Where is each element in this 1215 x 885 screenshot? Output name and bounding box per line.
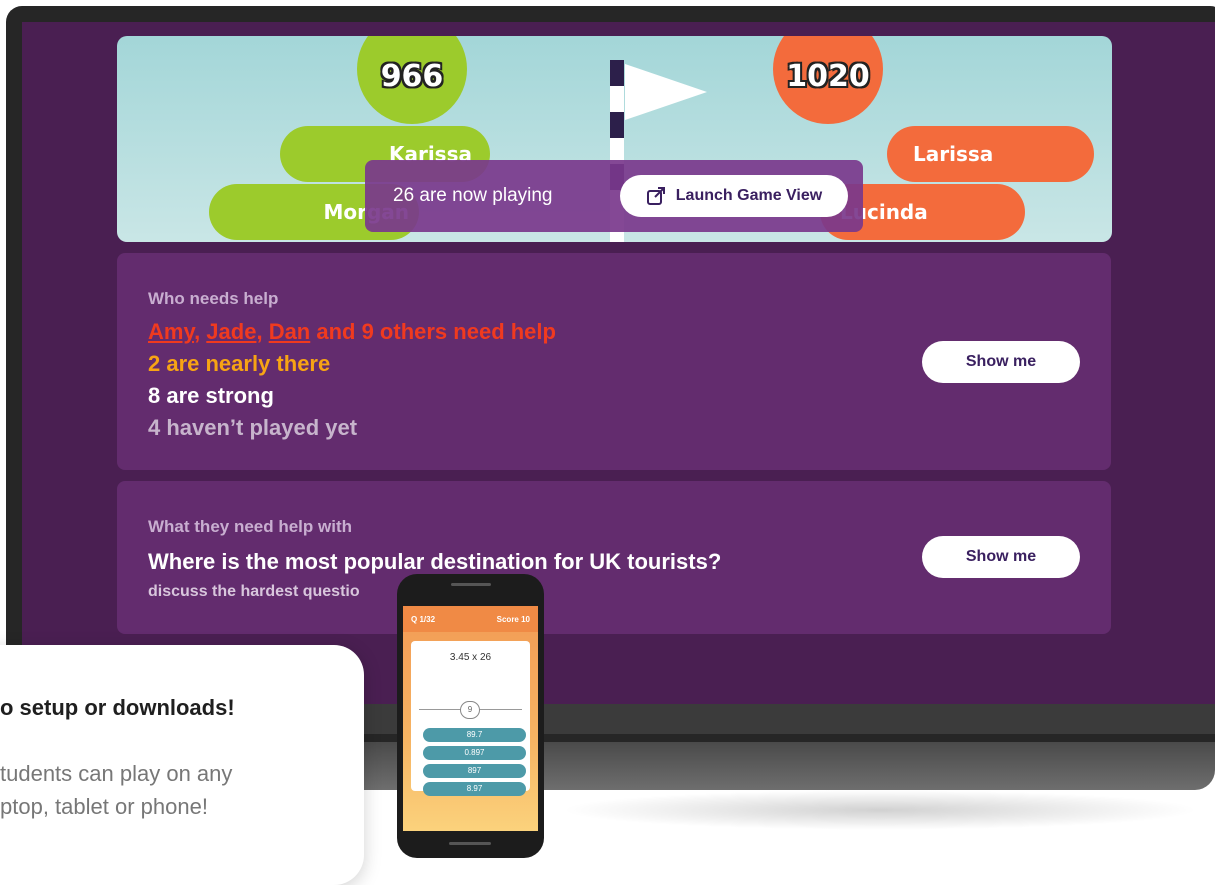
what-they-need-label: What they need help with: [148, 517, 353, 536]
what-they-need-help-card: What they need help with Where is the mo…: [117, 481, 1111, 634]
student-link-amy[interactable]: Amy: [148, 319, 194, 344]
separator: ,: [194, 319, 207, 344]
answer-option[interactable]: 897: [423, 764, 526, 778]
pole-stripe: [610, 60, 624, 86]
info-bubble: o setup or downloads! tudents can play o…: [0, 645, 364, 885]
phone-speaker: [451, 583, 491, 586]
launch-game-view-button[interactable]: Launch Game View: [620, 175, 848, 217]
phone-device: Q 1/32 Score 10 3.45 x 26 9 89.7 0.897 8…: [397, 574, 544, 858]
hardest-question-text: Where is the most popular destination fo…: [148, 549, 722, 574]
phone-score: Score 10: [496, 615, 530, 624]
needs-help-line: Amy, Jade, Dan and 9 others need help: [148, 319, 556, 345]
phone-expression: 3.45 x 26: [449, 652, 492, 663]
left-team-score: 966: [357, 36, 467, 124]
bubble-line-1: tudents can play on any: [0, 761, 233, 786]
question-number: Q 1/32: [411, 615, 436, 624]
answer-option[interactable]: 0.897: [423, 746, 526, 760]
discuss-hint: discuss the hardest questio: [148, 583, 360, 600]
bubble-line-2: ptop, tablet or phone!: [0, 794, 208, 819]
answer-option[interactable]: 89.7: [423, 728, 526, 742]
strong-line: 8 are strong: [148, 383, 274, 408]
phone-question-card: 3.45 x 26 9 89.7 0.897 897 8.97: [411, 641, 530, 796]
answer-option[interactable]: 8.97: [423, 782, 526, 796]
phone-slider-knob[interactable]: 9: [460, 701, 480, 719]
bubble-title: o setup or downloads!: [0, 695, 235, 720]
separator: ,: [256, 319, 269, 344]
external-link-icon: [646, 187, 665, 205]
show-me-help-button[interactable]: Show me: [922, 341, 1080, 383]
player-pill-larissa: Larissa: [887, 126, 1094, 182]
not-played-line: 4 haven’t played yet: [148, 415, 358, 440]
nearly-there-line: 2 are nearly there: [148, 351, 331, 376]
student-link-dan[interactable]: Dan: [269, 319, 311, 344]
pole-stripe: [610, 112, 624, 138]
playing-count-bar: 26 are now playing Launch Game View: [365, 160, 863, 232]
phone-header: Q 1/32 Score 10: [403, 606, 538, 632]
bubble-text: tudents can play on any ptop, tablet or …: [0, 757, 232, 823]
who-needs-help-card: Who needs help Amy, Jade, Dan and 9 othe…: [117, 253, 1111, 470]
who-needs-help-label: Who needs help: [148, 289, 279, 308]
right-team-score: 1020: [773, 36, 883, 124]
show-me-question-button[interactable]: Show me: [922, 536, 1080, 578]
others-need-help-text: and 9 others need help: [310, 319, 556, 344]
game-banner: 966 1020 Karissa Morgan Larissa Lucinda …: [117, 36, 1112, 242]
playing-count-text: 26 are now playing: [393, 185, 553, 206]
phone-screen: Q 1/32 Score 10 3.45 x 26 9 89.7 0.897 8…: [403, 606, 538, 831]
bubble-content: o setup or downloads! tudents can play o…: [0, 645, 364, 885]
flag-icon: [625, 64, 707, 120]
student-link-jade[interactable]: Jade: [206, 319, 256, 344]
phone-home-bar: [449, 842, 491, 845]
launch-game-view-label: Launch Game View: [675, 187, 823, 204]
monitor-shadow: [560, 790, 1200, 830]
